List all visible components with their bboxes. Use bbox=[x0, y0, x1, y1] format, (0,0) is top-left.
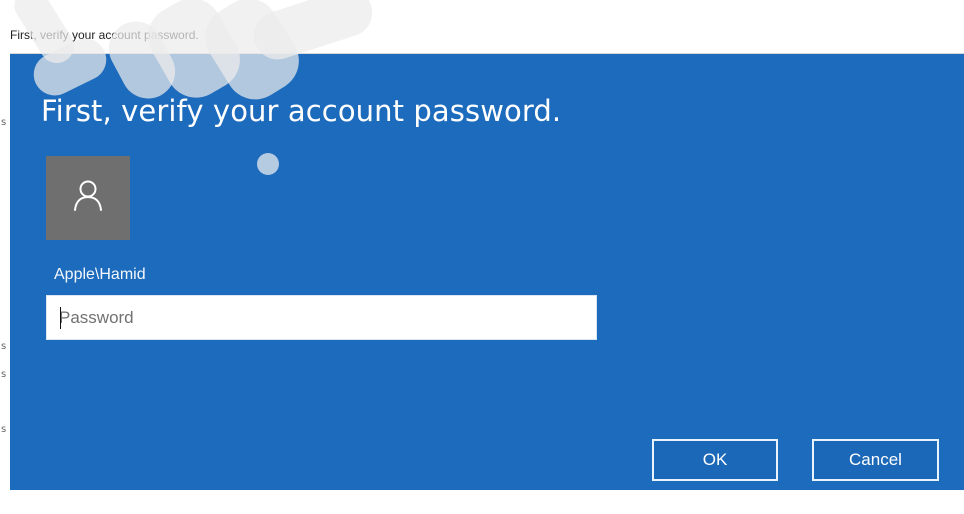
ok-button[interactable]: OK bbox=[652, 439, 778, 481]
background-page-top bbox=[0, 0, 964, 18]
background-page-edge: s s s s bbox=[0, 0, 10, 514]
password-input[interactable] bbox=[47, 296, 596, 339]
dialog-title: First, verify your account password. bbox=[10, 28, 199, 42]
background-edge-mark: s bbox=[1, 369, 7, 380]
user-avatar bbox=[46, 156, 130, 240]
password-field-container[interactable] bbox=[46, 295, 597, 340]
background-edge-mark: s bbox=[1, 117, 7, 128]
dialog-titlebar: First, verify your account password. bbox=[10, 18, 964, 54]
background-edge-mark: s bbox=[1, 424, 7, 435]
text-cursor bbox=[60, 307, 61, 329]
background-edge-mark: s bbox=[1, 341, 7, 352]
verify-password-dialog: First, verify your account password. Fir… bbox=[10, 18, 964, 490]
background-page-bottom bbox=[0, 490, 964, 514]
account-name: Apple\Hamid bbox=[54, 266, 146, 283]
dialog-heading: First, verify your account password. bbox=[41, 94, 562, 128]
person-icon bbox=[74, 180, 102, 211]
cancel-button[interactable]: Cancel bbox=[812, 439, 939, 481]
